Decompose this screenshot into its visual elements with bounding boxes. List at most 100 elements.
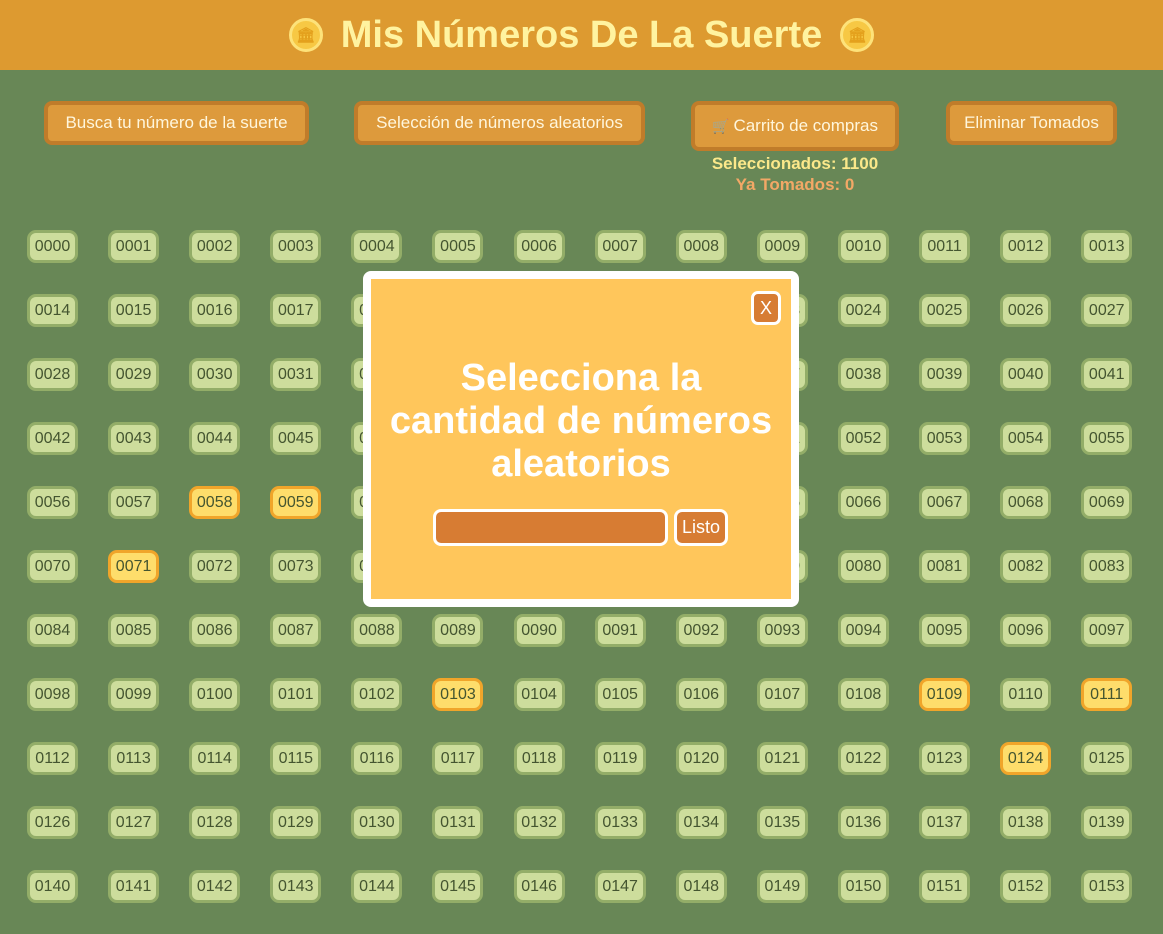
number-tile[interactable]: 0149 [756, 870, 808, 903]
number-tile[interactable]: 0094 [837, 614, 889, 647]
number-tile[interactable]: 0147 [594, 870, 646, 903]
number-tile[interactable]: 0066 [837, 486, 889, 519]
number-tile[interactable]: 0072 [189, 550, 241, 583]
number-tile[interactable]: 0131 [432, 806, 484, 839]
number-tile[interactable]: 0115 [270, 742, 322, 775]
number-tile[interactable]: 0017 [270, 294, 322, 327]
number-tile[interactable]: 0089 [432, 614, 484, 647]
number-tile[interactable]: 0107 [756, 678, 808, 711]
number-tile[interactable]: 0012 [1000, 230, 1052, 263]
number-tile[interactable]: 0007 [594, 230, 646, 263]
number-tile[interactable]: 0071 [108, 550, 160, 583]
number-tile[interactable]: 0029 [108, 358, 160, 391]
number-tile[interactable]: 0031 [270, 358, 322, 391]
number-tile[interactable]: 0124 [1000, 742, 1052, 775]
number-tile[interactable]: 0151 [919, 870, 971, 903]
number-tile[interactable]: 0110 [1000, 678, 1052, 711]
number-tile[interactable]: 0105 [594, 678, 646, 711]
number-tile[interactable]: 0114 [189, 742, 241, 775]
number-tile[interactable]: 0129 [270, 806, 322, 839]
number-tile[interactable]: 0120 [675, 742, 727, 775]
number-tile[interactable]: 0135 [756, 806, 808, 839]
number-tile[interactable]: 0058 [189, 486, 241, 519]
number-tile[interactable]: 0099 [108, 678, 160, 711]
number-tile[interactable]: 0073 [270, 550, 322, 583]
number-tile[interactable]: 0042 [27, 422, 78, 455]
number-tile[interactable]: 0142 [189, 870, 241, 903]
number-tile[interactable]: 0013 [1081, 230, 1133, 263]
number-tile[interactable]: 0098 [27, 678, 78, 711]
number-tile[interactable]: 0143 [270, 870, 322, 903]
number-tile[interactable]: 0053 [919, 422, 971, 455]
number-tile[interactable]: 0106 [675, 678, 727, 711]
number-tile[interactable]: 0111 [1081, 678, 1133, 711]
number-tile[interactable]: 0088 [351, 614, 403, 647]
number-tile[interactable]: 0059 [270, 486, 322, 519]
number-tile[interactable]: 0140 [27, 870, 78, 903]
number-tile[interactable]: 0095 [919, 614, 971, 647]
number-tile[interactable]: 0102 [351, 678, 403, 711]
number-tile[interactable]: 0121 [756, 742, 808, 775]
number-tile[interactable]: 0010 [837, 230, 889, 263]
number-tile[interactable]: 0015 [108, 294, 160, 327]
number-tile[interactable]: 0041 [1081, 358, 1133, 391]
number-tile[interactable]: 0054 [1000, 422, 1052, 455]
number-tile[interactable]: 0146 [513, 870, 565, 903]
number-tile[interactable]: 0090 [513, 614, 565, 647]
search-number-button[interactable]: Busca tu número de la suerte [44, 101, 309, 145]
number-tile[interactable]: 0133 [594, 806, 646, 839]
number-tile[interactable]: 0067 [919, 486, 971, 519]
number-tile[interactable]: 0145 [432, 870, 484, 903]
number-tile[interactable]: 0108 [837, 678, 889, 711]
number-tile[interactable]: 0137 [919, 806, 971, 839]
number-tile[interactable]: 0045 [270, 422, 322, 455]
number-tile[interactable]: 0005 [432, 230, 484, 263]
number-tile[interactable]: 0139 [1081, 806, 1133, 839]
number-tile[interactable]: 0118 [513, 742, 565, 775]
number-tile[interactable]: 0138 [1000, 806, 1052, 839]
number-tile[interactable]: 0002 [189, 230, 241, 263]
number-tile[interactable]: 0004 [351, 230, 403, 263]
number-tile[interactable]: 0141 [108, 870, 160, 903]
number-tile[interactable]: 0096 [1000, 614, 1052, 647]
number-tile[interactable]: 0117 [432, 742, 484, 775]
number-tile[interactable]: 0134 [675, 806, 727, 839]
number-tile[interactable]: 0052 [837, 422, 889, 455]
number-tile[interactable]: 0026 [1000, 294, 1052, 327]
number-tile[interactable]: 0006 [513, 230, 565, 263]
number-tile[interactable]: 0087 [270, 614, 322, 647]
number-tile[interactable]: 0009 [756, 230, 808, 263]
number-tile[interactable]: 0112 [27, 742, 78, 775]
number-tile[interactable]: 0025 [919, 294, 971, 327]
number-tile[interactable]: 0136 [837, 806, 889, 839]
number-tile[interactable]: 0008 [675, 230, 727, 263]
number-tile[interactable]: 0103 [432, 678, 484, 711]
number-tile[interactable]: 0027 [1081, 294, 1133, 327]
number-tile[interactable]: 0113 [108, 742, 160, 775]
number-tile[interactable]: 0086 [189, 614, 241, 647]
number-tile[interactable]: 0082 [1000, 550, 1052, 583]
number-tile[interactable]: 0104 [513, 678, 565, 711]
number-tile[interactable]: 0119 [594, 742, 646, 775]
number-tile[interactable]: 0128 [189, 806, 241, 839]
number-tile[interactable]: 0016 [189, 294, 241, 327]
number-tile[interactable]: 0127 [108, 806, 160, 839]
number-tile[interactable]: 0011 [919, 230, 971, 263]
number-tile[interactable]: 0130 [351, 806, 403, 839]
number-tile[interactable]: 0132 [513, 806, 565, 839]
modal-close-button[interactable]: X [751, 291, 781, 325]
number-tile[interactable]: 0092 [675, 614, 727, 647]
number-tile[interactable]: 0014 [27, 294, 78, 327]
number-tile[interactable]: 0083 [1081, 550, 1133, 583]
number-tile[interactable]: 0126 [27, 806, 78, 839]
number-tile[interactable]: 0081 [919, 550, 971, 583]
number-tile[interactable]: 0100 [189, 678, 241, 711]
number-tile[interactable]: 0148 [675, 870, 727, 903]
shopping-cart-button[interactable]: 🛒 Carrito de compras [691, 101, 899, 151]
remove-taken-button[interactable]: Eliminar Tomados [946, 101, 1117, 145]
number-tile[interactable]: 0093 [756, 614, 808, 647]
number-tile[interactable]: 0044 [189, 422, 241, 455]
number-tile[interactable]: 0043 [108, 422, 160, 455]
number-tile[interactable]: 0097 [1081, 614, 1133, 647]
number-tile[interactable]: 0123 [919, 742, 971, 775]
